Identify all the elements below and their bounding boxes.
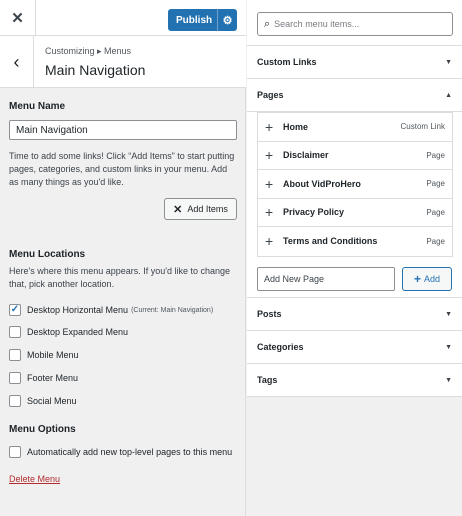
chevron-left-icon[interactable]: ‹ [0,36,34,88]
menu-name-label: Menu Name [9,101,66,112]
gear-icon[interactable]: ⚙ [218,14,237,27]
accordion-title: Pages [257,90,284,100]
list-item[interactable]: + Terms and Conditions Page [258,227,452,256]
add-items-button[interactable]: ✕ Add Items [164,198,237,220]
accordion-title: Posts [257,309,282,319]
search-bar: ⌕ Search menu items... [247,0,462,46]
location-label: Desktop Horizontal Menu [27,305,129,315]
caret-down-icon: ▼ [445,376,452,384]
accordion-categories[interactable]: Categories ▼ [247,331,462,364]
plus-icon: + [265,118,274,135]
pages-panel-body: + Home Custom Link + Disclaimer Page + A… [247,112,462,298]
page-name: About VidProHero [283,178,361,189]
checkbox[interactable] [9,372,21,384]
page-type: Page [426,207,445,217]
page-name: Home [283,121,309,132]
page-type: Page [426,150,445,160]
accordion-title: Custom Links [257,57,317,67]
page-type: Page [426,236,445,246]
pages-list: + Home Custom Link + Disclaimer Page + A… [257,112,453,257]
accordion-custom-links[interactable]: Custom Links ▼ [247,46,462,79]
checkbox[interactable] [9,446,21,458]
location-current-note: (Current: Main Navigation) [131,306,214,314]
accordion-title: Categories [257,342,304,352]
page-type: Page [426,179,445,189]
add-items-label: Add Items [187,204,228,214]
add-new-page-button[interactable]: + Add [402,267,452,291]
checkbox[interactable] [9,326,21,338]
accordion-title: Tags [257,375,278,385]
menu-locations-help: Here's where this menu appears. If you'd… [9,266,231,289]
list-item[interactable]: + About VidProHero Page [258,170,452,199]
plus-icon: + [265,175,274,192]
close-icon: ✕ [173,203,183,216]
plus-icon: + [265,204,274,221]
delete-menu-link[interactable]: Delete Menu [9,474,60,484]
location-desktop-horizontal[interactable]: ✓ Desktop Horizontal Menu (Current: Main… [9,304,213,316]
menu-name-help: Time to add some links! Click “Add Items… [9,151,235,187]
checkbox[interactable] [9,395,21,407]
location-footer[interactable]: Footer Menu [9,372,78,384]
location-label: Desktop Expanded Menu [27,327,129,337]
breadcrumb: Customizing ▸ Menus [45,46,132,56]
close-icon[interactable]: ✕ [0,0,36,36]
list-item[interactable]: + Disclaimer Page [258,142,452,170]
menu-options-heading: Menu Options [9,424,76,435]
checkbox[interactable]: ✓ [9,304,21,316]
search-placeholder: Search menu items... [274,19,360,29]
section-header: ‹ Customizing ▸ Menus Main Navigation [0,36,246,88]
add-items-panel: ⌕ Search menu items... Custom Links ▼ Pa… [247,0,462,516]
location-label: Footer Menu [27,373,79,383]
publish-label: Publish [176,14,213,26]
caret-down-icon: ▼ [445,343,452,351]
page-title: Main Navigation [45,62,146,78]
location-label: Mobile Menu [27,350,79,360]
customizer-left-panel: ✕ Publish ⚙ ‹ Customizing ▸ Menus Main N… [0,0,246,516]
customizer-topbar: ✕ Publish ⚙ [0,0,246,36]
plus-icon: + [413,272,421,286]
checkbox[interactable] [9,349,21,361]
menu-locations-heading: Menu Locations [9,249,86,260]
location-label: Social Menu [27,396,77,406]
add-button-label: Add [424,274,441,284]
location-mobile[interactable]: Mobile Menu [9,349,79,361]
page-name: Privacy Policy [283,207,345,218]
new-page-input[interactable]: Add New Page [257,267,395,291]
plus-icon: + [265,147,274,164]
plus-icon: + [265,233,274,250]
list-item[interactable]: + Privacy Policy Page [258,199,452,227]
location-social[interactable]: Social Menu [9,395,77,407]
page-name: Terms and Conditions [283,236,378,247]
search-input[interactable]: ⌕ Search menu items... [257,12,453,36]
menu-name-input[interactable] [9,120,237,140]
search-icon: ⌕ [264,17,271,30]
list-item[interactable]: + Home Custom Link [258,113,452,142]
auto-add-label: Automatically add new top-level pages to… [27,447,233,457]
page-name: Disclaimer [283,150,329,161]
accordion-posts[interactable]: Posts ▼ [247,298,462,331]
page-type: Custom Link [400,122,445,132]
publish-button[interactable]: Publish ⚙ [168,9,237,31]
accordion-pages[interactable]: Pages ▲ [247,79,462,112]
caret-up-icon: ▲ [445,91,452,99]
auto-add-pages-option[interactable]: Automatically add new top-level pages to… [9,446,232,458]
location-desktop-expanded[interactable]: Desktop Expanded Menu [9,326,128,338]
caret-down-icon: ▼ [445,310,452,318]
caret-down-icon: ▼ [445,58,452,66]
accordion-tags[interactable]: Tags ▼ [247,364,462,397]
